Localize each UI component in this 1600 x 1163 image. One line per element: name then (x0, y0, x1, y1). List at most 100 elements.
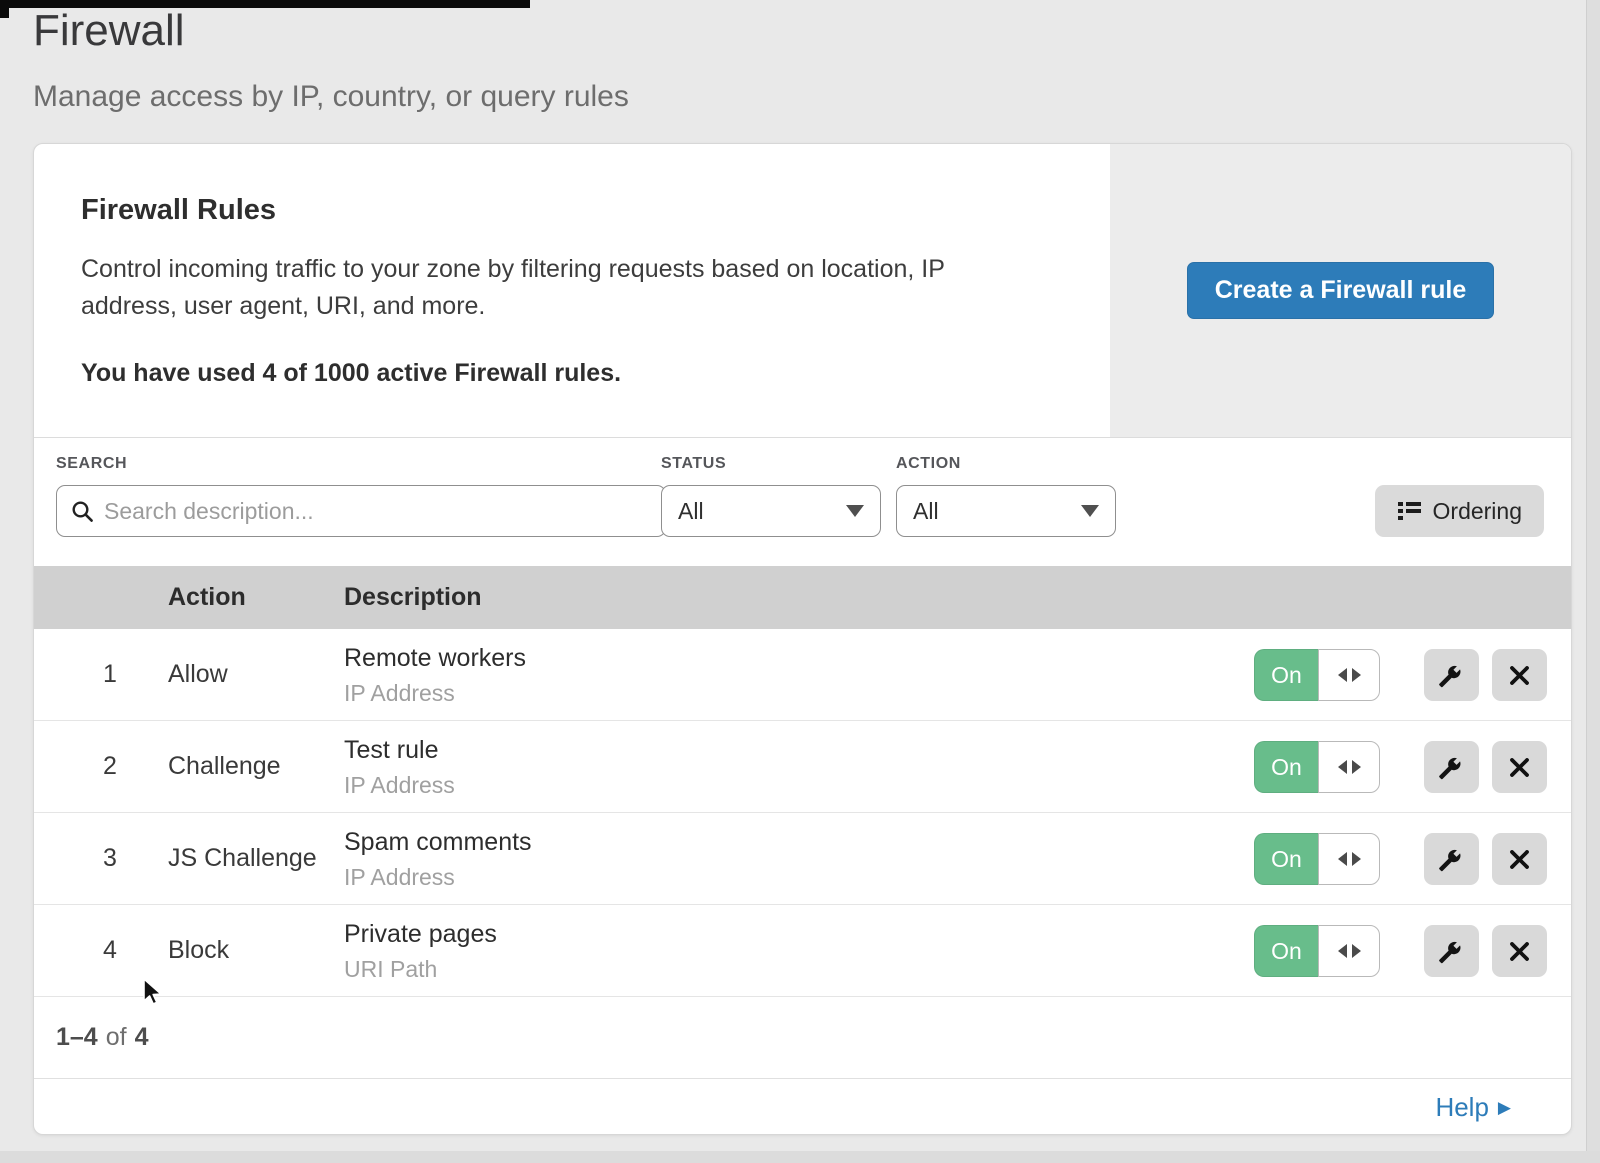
toggle-knob[interactable] (1318, 833, 1380, 885)
card-footer: Help ▶ (34, 1079, 1571, 1135)
rule-action: Challenge (168, 721, 281, 812)
scrollbar-track[interactable] (1586, 0, 1600, 1163)
rule-description: Private pages (344, 920, 497, 949)
rule-enabled-toggle[interactable]: On (1254, 649, 1380, 701)
search-label: SEARCH (56, 455, 127, 473)
rule-description: Remote workers (344, 644, 526, 673)
page-title: Firewall (33, 6, 185, 56)
caret-right-icon (1352, 668, 1361, 682)
chevron-down-icon (1081, 505, 1099, 517)
wrench-icon (1438, 938, 1465, 965)
caret-left-icon (1338, 668, 1347, 682)
edit-rule-button[interactable] (1424, 649, 1479, 701)
action-label: ACTION (896, 455, 961, 473)
rule-match-type: IP Address (344, 772, 455, 799)
rule-enabled-toggle[interactable]: On (1254, 741, 1380, 793)
create-firewall-rule-button[interactable]: Create a Firewall rule (1187, 262, 1495, 319)
rule-priority: 3 (92, 813, 128, 904)
filter-bar: SEARCH STATUS All ACTION All (34, 439, 1571, 566)
rule-action: JS Challenge (168, 813, 317, 904)
delete-rule-button[interactable] (1492, 741, 1547, 793)
close-icon (1508, 664, 1531, 687)
pagination: 1–4 of 4 (34, 997, 1571, 1079)
table-header: Action Description (34, 566, 1571, 629)
firewall-rules-card: Firewall Rules Control incoming traffic … (33, 143, 1572, 1135)
page-subtitle: Manage access by IP, country, or query r… (33, 80, 629, 114)
toggle-knob[interactable] (1318, 649, 1380, 701)
rule-action: Allow (168, 629, 228, 720)
rule-description-cell: Spam comments IP Address (344, 828, 532, 891)
search-input[interactable] (104, 498, 651, 525)
screen-edge-artifact (0, 1151, 1600, 1163)
rule-priority: 2 (92, 721, 128, 812)
close-icon (1508, 848, 1531, 871)
toggle-knob[interactable] (1318, 925, 1380, 977)
delete-rule-button[interactable] (1492, 833, 1547, 885)
toggle-on-label[interactable]: On (1254, 649, 1318, 701)
help-link[interactable]: Help ▶ (1435, 1092, 1511, 1123)
column-header-description: Description (344, 566, 482, 629)
rules-heading: Firewall Rules (81, 194, 1050, 227)
table-row: 4 Block Private pages URI Path On (34, 905, 1571, 997)
close-icon (1508, 756, 1531, 779)
help-link-label: Help (1435, 1092, 1488, 1123)
wrench-icon (1438, 754, 1465, 781)
pagination-of: of (106, 1023, 127, 1052)
ordered-list-icon (1397, 500, 1422, 522)
table-row: 2 Challenge Test rule IP Address On (34, 721, 1571, 813)
caret-left-icon (1338, 760, 1347, 774)
arrow-right-icon: ▶ (1498, 1099, 1511, 1116)
action-selected-value: All (913, 498, 939, 525)
rules-summary-text: Firewall Rules Control incoming traffic … (34, 144, 1110, 437)
rule-match-type: IP Address (344, 680, 526, 707)
toggle-on-label[interactable]: On (1254, 741, 1318, 793)
search-icon (71, 500, 94, 523)
caret-right-icon (1352, 852, 1361, 866)
rule-enabled-toggle[interactable]: On (1254, 833, 1380, 885)
rule-enabled-toggle[interactable]: On (1254, 925, 1380, 977)
edit-rule-button[interactable] (1424, 833, 1479, 885)
search-box[interactable] (56, 485, 666, 537)
chevron-down-icon (846, 505, 864, 517)
ordering-button-label: Ordering (1433, 498, 1522, 525)
wrench-icon (1438, 846, 1465, 873)
action-dropdown[interactable]: All (896, 485, 1116, 537)
rule-match-type: IP Address (344, 864, 532, 891)
ordering-button[interactable]: Ordering (1375, 485, 1544, 537)
edit-rule-button[interactable] (1424, 925, 1479, 977)
rules-usage-count: You have used 4 of 1000 active Firewall … (81, 359, 1050, 388)
toggle-knob[interactable] (1318, 741, 1380, 793)
rule-description: Test rule (344, 736, 455, 765)
create-rule-panel: Create a Firewall rule (1110, 144, 1571, 437)
rules-table-body: 1 Allow Remote workers IP Address On (34, 629, 1571, 997)
delete-rule-button[interactable] (1492, 649, 1547, 701)
caret-right-icon (1352, 760, 1361, 774)
caret-left-icon (1338, 944, 1347, 958)
status-dropdown[interactable]: All (661, 485, 881, 537)
rule-description: Spam comments (344, 828, 532, 857)
wrench-icon (1438, 662, 1465, 689)
rule-match-type: URI Path (344, 956, 497, 983)
toggle-on-label[interactable]: On (1254, 925, 1318, 977)
rule-description-cell: Test rule IP Address (344, 736, 455, 799)
rule-priority: 1 (92, 629, 128, 720)
toggle-on-label[interactable]: On (1254, 833, 1318, 885)
delete-rule-button[interactable] (1492, 925, 1547, 977)
rule-description-cell: Remote workers IP Address (344, 644, 526, 707)
close-icon (1508, 940, 1531, 963)
screen-edge-artifact (0, 0, 9, 18)
firewall-page: Firewall Manage access by IP, country, o… (0, 0, 1600, 1163)
rule-description-cell: Private pages URI Path (344, 920, 497, 983)
status-label: STATUS (661, 455, 726, 473)
edit-rule-button[interactable] (1424, 741, 1479, 793)
rule-action: Block (168, 905, 229, 996)
table-row: 1 Allow Remote workers IP Address On (34, 629, 1571, 721)
rules-description: Control incoming traffic to your zone by… (81, 251, 1031, 325)
status-selected-value: All (678, 498, 704, 525)
rules-summary-section: Firewall Rules Control incoming traffic … (34, 144, 1571, 438)
pagination-range: 1–4 (56, 1023, 98, 1052)
caret-right-icon (1352, 944, 1361, 958)
column-header-action: Action (168, 566, 246, 629)
table-row: 3 JS Challenge Spam comments IP Address … (34, 813, 1571, 905)
pagination-total: 4 (135, 1023, 149, 1052)
